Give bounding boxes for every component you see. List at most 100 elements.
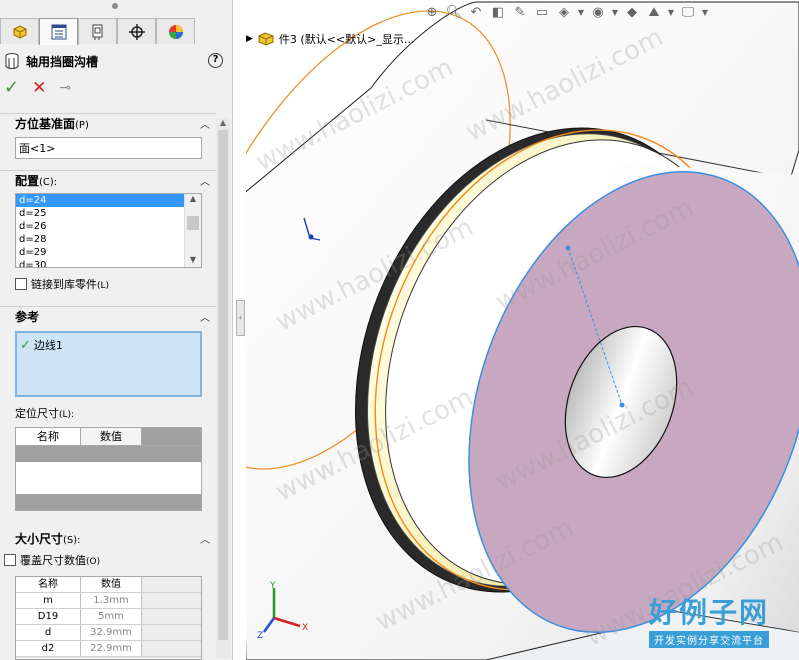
scroll-up-icon[interactable]: ▲ <box>185 194 201 206</box>
link-library-hotkey: (L) <box>97 281 110 291</box>
configuration-manager-icon <box>92 24 102 40</box>
list-item[interactable]: ✓ 边线1 <box>20 337 197 353</box>
override-dims-checkbox[interactable]: 覆盖尺寸数值(O) <box>4 552 100 568</box>
list-item[interactable]: d=30 <box>16 259 184 267</box>
section-reference-header[interactable]: 参考 ︿ <box>0 306 216 326</box>
scene-icon[interactable]: ⛰ <box>644 2 664 22</box>
section-size-header[interactable]: 大小尺寸(S): ︿ <box>0 528 216 548</box>
feature-title-row: 轴用挡圈沟槽 ? <box>4 51 230 71</box>
dynamic-annotation-icon[interactable]: ✎ <box>510 2 530 22</box>
configuration-scrollbar[interactable]: ▲ ▼ <box>184 194 201 267</box>
scroll-thumb[interactable] <box>187 216 199 230</box>
graphics-viewport[interactable]: www.haolizi.com www.haolizi.com www.haol… <box>246 0 799 660</box>
pin-icon[interactable]: ⊸ <box>59 80 71 96</box>
tab-dimxpert-manager[interactable] <box>117 18 156 44</box>
dim-value[interactable]: 32.9mm <box>81 625 142 640</box>
table-row[interactable]: d 32.9mm <box>16 625 201 641</box>
table-row[interactable]: m 1.3mm <box>16 593 201 609</box>
tab-display-manager[interactable] <box>156 18 195 44</box>
dim-value[interactable]: 22.9mm <box>81 641 142 656</box>
section-configuration-header[interactable]: 配置(C): ︿ <box>0 170 216 190</box>
part-model[interactable] <box>246 0 799 660</box>
table-row[interactable] <box>16 478 201 494</box>
chevron-down-icon[interactable]: ▼ <box>610 2 620 22</box>
size-dims-table[interactable]: 名称 数值 m 1.3mm D19 5mm d 32.9mm d2 22.9mm <box>15 576 202 660</box>
part-icon <box>258 32 274 46</box>
section-view-icon[interactable]: ◧ <box>488 2 508 22</box>
reference-selection-box[interactable]: ✓ 边线1 <box>15 331 202 397</box>
dim-name: d <box>16 625 81 640</box>
chevron-down-icon[interactable]: ▼ <box>700 2 710 22</box>
collapse-chevron-icon[interactable]: ︿ <box>200 531 210 546</box>
dim-value[interactable]: 1.3mm <box>81 593 142 608</box>
display-style-icon[interactable]: ◈ <box>554 2 574 22</box>
feature-tree-flyout[interactable]: ▶ 件3 (默认<<默认>_显示... <box>246 31 414 47</box>
table-row[interactable] <box>16 494 201 510</box>
scroll-up-icon[interactable]: ▲ <box>216 118 230 127</box>
tab-property-manager[interactable] <box>39 18 78 45</box>
orientation-face-field[interactable]: 面<1> <box>15 137 202 159</box>
part-name-label: 件3 (默认<<默认>_显示... <box>278 33 415 46</box>
link-library-label: 链接到库零件 <box>31 278 97 291</box>
zoom-area-icon[interactable]: 🔍︎ <box>444 2 464 22</box>
locating-dims-table[interactable]: 名称 数值 <box>15 427 202 511</box>
column-header-name[interactable]: 名称 <box>16 428 81 445</box>
hide-show-icon[interactable]: ◉ <box>588 2 608 22</box>
panel-collapse-handle[interactable]: ‹ <box>236 300 245 336</box>
checkbox-box[interactable] <box>15 278 27 290</box>
locating-dims-hotkey: (L): <box>59 410 75 420</box>
cancel-button[interactable]: ✕ <box>32 80 46 97</box>
panel-scrollbar[interactable]: ▲ <box>216 118 230 658</box>
collapse-chevron-icon[interactable]: ︿ <box>200 309 210 324</box>
retaining-ring-groove-icon <box>5 53 19 69</box>
edit-appearance-icon[interactable]: ◆ <box>622 2 642 22</box>
panel-grip-icon[interactable] <box>112 3 118 9</box>
view-settings-icon[interactable]: 🖵︎ <box>678 2 698 22</box>
dim-value[interactable]: 5mm <box>81 609 142 624</box>
column-header-value[interactable]: 数值 <box>81 577 142 592</box>
triad-z-label: Z <box>257 631 263 640</box>
site-logo: 好例子网 开发实例分享交流平台 <box>648 591 769 648</box>
scroll-thumb[interactable] <box>218 130 228 640</box>
previous-view-icon[interactable]: ↶ <box>466 2 486 22</box>
heads-up-toolbar: ⊕ 🔍︎ ↶ ◧ ✎ ▭ ◈ ▼ ◉ ▼ ◆ ⛰ ▼ 🖵︎ ▼ <box>422 0 710 24</box>
collapse-chevron-icon[interactable]: ︿ <box>200 116 210 131</box>
table-row[interactable] <box>16 462 201 478</box>
zoom-to-fit-icon[interactable]: ⊕ <box>422 2 442 22</box>
list-item[interactable]: d=29 <box>16 246 184 259</box>
column-header-value[interactable]: 数值 <box>81 428 142 445</box>
table-header: 名称 数值 <box>16 428 201 446</box>
tab-feature-manager[interactable] <box>0 18 39 44</box>
help-icon[interactable]: ? <box>208 53 223 68</box>
collapse-chevron-icon[interactable]: ︿ <box>200 173 210 188</box>
table-row[interactable] <box>16 446 201 462</box>
table-header: 名称 数值 <box>16 577 201 593</box>
view-orientation-icon[interactable]: ▭ <box>532 2 552 22</box>
column-header-name[interactable]: 名称 <box>16 577 81 592</box>
chevron-down-icon[interactable]: ▼ <box>576 2 586 22</box>
ok-button[interactable]: ✓ <box>4 79 19 97</box>
list-item[interactable]: d=25 <box>16 207 184 220</box>
list-item[interactable]: d=26 <box>16 220 184 233</box>
section-orientation-hotkey: (P) <box>75 120 89 131</box>
manager-tabs <box>0 18 196 45</box>
expand-arrow-icon[interactable]: ▶ <box>246 34 253 44</box>
list-item[interactable]: d=24 <box>16 194 184 207</box>
checkbox-box[interactable] <box>4 554 16 566</box>
feature-title: 轴用挡圈沟槽 <box>26 54 99 69</box>
chevron-down-icon[interactable]: ▼ <box>666 2 676 22</box>
table-row[interactable]: D19 5mm <box>16 609 201 625</box>
scroll-down-icon[interactable]: ▼ <box>185 255 201 267</box>
list-item[interactable]: d=28 <box>16 233 184 246</box>
logo-main-text: 好例子网 <box>648 596 769 629</box>
feature-tree-icon <box>13 24 26 39</box>
section-orientation-header[interactable]: 方位基准面(P) ︿ <box>0 113 216 133</box>
table-row[interactable]: d2 22.9mm <box>16 641 201 657</box>
action-buttons: ✓ ✕ ⊸ <box>4 79 71 97</box>
configuration-list[interactable]: d=24 d=25 d=26 d=28 d=29 d=30 ▲ ▼ <box>15 193 202 268</box>
appearance-pie-icon <box>168 24 183 39</box>
section-size-hotkey: (S): <box>63 534 81 546</box>
logo-sub-text: 开发实例分享交流平台 <box>648 631 769 648</box>
tab-configuration-manager[interactable] <box>78 18 117 44</box>
link-library-checkbox[interactable]: 链接到库零件(L) <box>15 276 109 292</box>
